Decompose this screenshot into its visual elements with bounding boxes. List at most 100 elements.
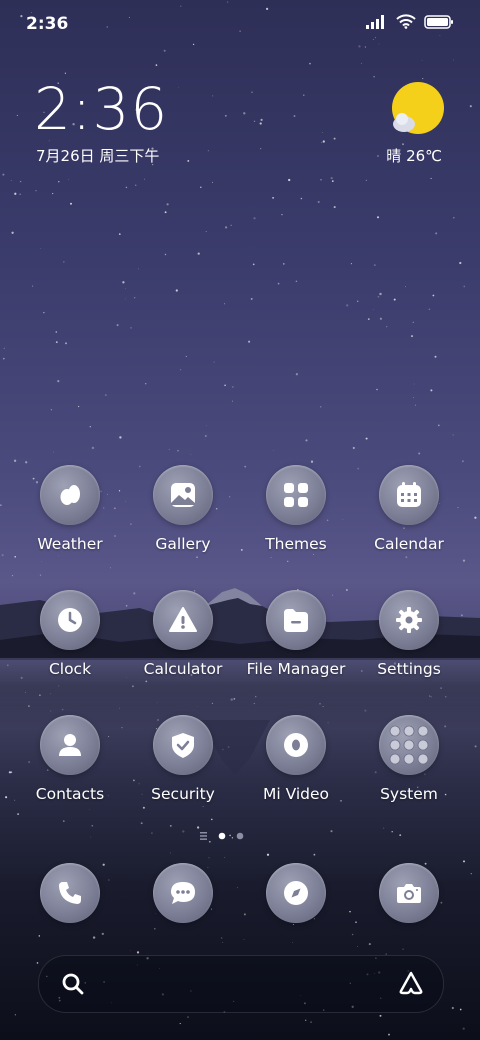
star	[300, 197, 303, 200]
star	[55, 331, 58, 333]
star	[373, 264, 376, 267]
star	[383, 827, 385, 829]
star	[305, 439, 308, 442]
camera-icon	[379, 863, 439, 923]
app-label: Contacts	[35, 785, 105, 803]
star	[260, 123, 262, 125]
star	[185, 355, 187, 358]
star	[313, 853, 316, 856]
app-file-manager[interactable]: File Manager	[240, 590, 352, 678]
star	[430, 177, 432, 179]
star	[3, 347, 5, 349]
star	[379, 317, 383, 320]
star	[169, 825, 172, 827]
star	[376, 216, 380, 219]
star	[58, 181, 60, 183]
star	[104, 394, 107, 397]
star	[309, 62, 311, 65]
star	[376, 154, 380, 158]
app-calendar[interactable]: Calendar	[353, 465, 465, 553]
star	[166, 203, 169, 206]
clock-icon	[40, 590, 100, 650]
status-bar: 2:36	[0, 0, 480, 50]
star	[346, 304, 349, 307]
app-mi-video[interactable]: Mi Video	[240, 715, 352, 803]
star	[144, 178, 146, 180]
app-clock[interactable]: Clock	[14, 590, 126, 678]
app-calculator[interactable]: Calculator	[127, 590, 239, 678]
star	[124, 298, 126, 300]
star	[270, 557, 272, 559]
star	[253, 120, 256, 122]
app-gallery[interactable]: Gallery	[127, 465, 239, 553]
app-system-folder[interactable]: System	[353, 715, 465, 803]
dock-messages[interactable]	[127, 863, 239, 923]
app-security[interactable]: Security	[127, 715, 239, 803]
dock-browser[interactable]	[240, 863, 352, 923]
app-weather[interactable]: Weather	[14, 465, 126, 553]
grid-icon	[266, 465, 326, 525]
star	[41, 561, 43, 562]
star	[36, 962, 39, 964]
star	[330, 176, 333, 180]
star	[350, 263, 352, 265]
star	[304, 1019, 307, 1022]
app-label: Calculator	[143, 660, 223, 678]
app-settings[interactable]: Settings	[353, 590, 465, 678]
page-dot-active	[218, 832, 226, 840]
star	[367, 318, 370, 320]
star	[122, 281, 125, 284]
star	[320, 179, 322, 181]
star	[178, 86, 179, 88]
assistant-icon[interactable]	[397, 970, 425, 996]
star	[293, 115, 296, 117]
star	[224, 303, 225, 305]
star	[272, 196, 275, 199]
star	[461, 460, 464, 463]
star	[252, 263, 255, 266]
star	[453, 59, 455, 61]
star	[232, 400, 233, 402]
star	[321, 142, 323, 143]
star	[243, 938, 245, 940]
sunny-weather-icon[interactable]	[392, 82, 444, 134]
app-contacts[interactable]: Contacts	[14, 715, 126, 803]
star	[322, 140, 325, 143]
star	[224, 226, 228, 229]
star	[13, 459, 17, 462]
star	[277, 282, 280, 285]
app-themes[interactable]: Themes	[240, 465, 352, 553]
dock-phone[interactable]	[14, 863, 126, 923]
star	[451, 1006, 454, 1010]
star	[310, 1021, 312, 1023]
page-indicator[interactable]	[0, 830, 480, 842]
star	[207, 149, 210, 152]
star	[175, 289, 178, 292]
clock-widget-time[interactable]: 2:36	[34, 74, 168, 144]
star	[260, 148, 262, 150]
star	[136, 951, 140, 954]
star	[38, 935, 41, 937]
gear-icon	[379, 590, 439, 650]
star	[179, 1023, 181, 1025]
star	[89, 426, 91, 428]
star	[65, 342, 67, 345]
star	[2, 173, 5, 176]
star	[208, 857, 210, 859]
star	[19, 180, 22, 183]
star	[243, 112, 246, 115]
star	[168, 448, 170, 450]
star	[212, 181, 213, 183]
compass-icon	[266, 863, 326, 923]
search-icon[interactable]	[61, 972, 85, 996]
star	[101, 932, 104, 936]
star	[287, 560, 289, 562]
dock-camera[interactable]	[353, 863, 465, 923]
app-label: Gallery	[155, 535, 211, 553]
weather-drops-icon	[40, 465, 100, 525]
star	[310, 460, 314, 463]
star	[282, 263, 285, 265]
app-label: Weather	[37, 535, 103, 553]
star	[57, 555, 59, 557]
search-bar[interactable]	[38, 955, 444, 1013]
